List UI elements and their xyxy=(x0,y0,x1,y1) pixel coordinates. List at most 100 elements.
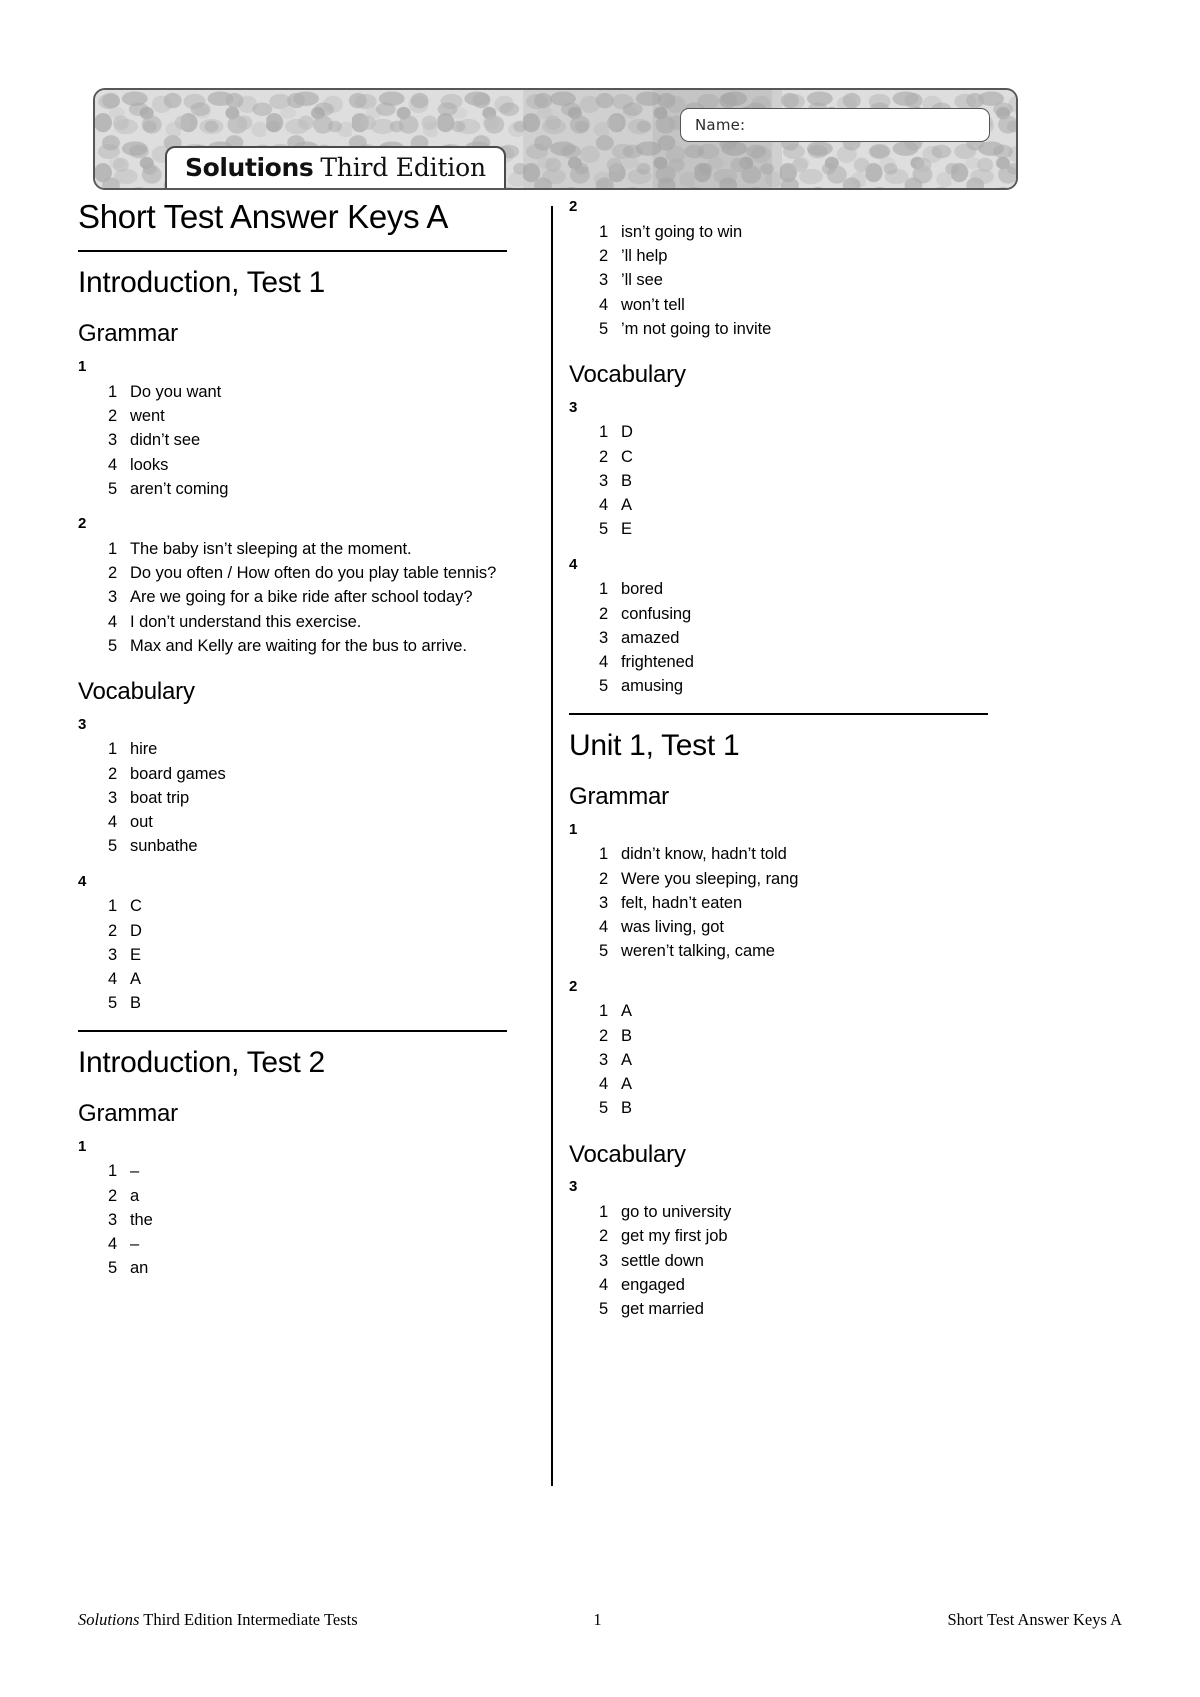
exercise-number: 3 xyxy=(569,398,578,416)
exercise-block: 2 1 isn’t going to win 2 ’ll help 3 ’ll see… xyxy=(569,198,988,341)
subheading-vocabulary: Vocabulary xyxy=(78,678,195,706)
item-text: The baby isn’t sleeping at the moment. xyxy=(130,539,412,558)
item-text: frightened xyxy=(621,653,694,672)
item-index: 3 xyxy=(599,628,609,647)
item-text: B xyxy=(621,1099,632,1118)
item-index: 5 xyxy=(599,1099,609,1118)
list-item: 4 looks xyxy=(108,453,507,477)
subheading-grammar: Grammar xyxy=(569,783,669,811)
item-index: 4 xyxy=(599,653,609,672)
list-item: 2 board games xyxy=(108,762,507,786)
exercise-block: 3 1 hire 2 board games 3 boat trip 4 out 5 su… xyxy=(78,716,507,859)
list-item: 1 bored xyxy=(599,577,988,601)
item-index: 1 xyxy=(108,740,118,759)
answer-list: 1 The baby isn’t sleeping at the moment. … xyxy=(78,537,507,658)
exercise-number: 3 xyxy=(569,1178,578,1196)
list-item: 2 went xyxy=(108,404,507,428)
item-text: – xyxy=(130,1235,140,1254)
item-text: Do you want xyxy=(130,382,222,401)
item-index: 3 xyxy=(108,431,118,450)
answer-list: 1A 2B 3A 4A 5B xyxy=(569,999,988,1120)
item-index: 5 xyxy=(108,994,118,1013)
name-field[interactable]: Name: xyxy=(680,108,990,142)
item-index: 3 xyxy=(108,945,118,964)
answer-list: 1 go to university 2 get my first job 3 set… xyxy=(569,1200,988,1321)
solutions-logo: Solutions Third Edition xyxy=(165,146,506,188)
title-divider xyxy=(78,249,507,252)
exercise-block: 1 1– 2a 3 the 4– 5 an xyxy=(78,1138,507,1281)
list-item: 2 ’ll help xyxy=(599,244,988,268)
item-index: 5 xyxy=(599,942,609,961)
item-text: felt, hadn’t eaten xyxy=(621,893,743,912)
item-index: 1 xyxy=(599,1002,609,1021)
item-index: 1 xyxy=(599,1203,609,1222)
list-item: 5B xyxy=(108,991,507,1015)
logo-brand-text: Solutions xyxy=(185,152,314,182)
answer-list: 1 didn’t know, hadn’t told 2 Were you slee… xyxy=(569,842,988,963)
item-text: A xyxy=(621,1050,632,1069)
item-text: looks xyxy=(130,455,169,474)
item-index: 4 xyxy=(599,496,609,515)
item-text: B xyxy=(621,471,632,490)
item-text: out xyxy=(130,813,153,832)
list-item: 2 Do you often / How often do you play ta… xyxy=(108,561,507,585)
answer-list: 1– 2a 3 the 4– 5 an xyxy=(78,1159,507,1280)
item-index: 5 xyxy=(108,479,118,498)
list-item: 5 get married xyxy=(599,1297,988,1321)
item-text: amazed xyxy=(621,628,680,647)
column-divider xyxy=(551,206,553,1486)
list-item: 1 isn’t going to win xyxy=(599,220,988,244)
footer-source: Solutions Third Edition Intermediate Tes… xyxy=(78,1610,358,1630)
list-item: 3A xyxy=(599,1048,988,1072)
item-index: 1 xyxy=(108,897,118,916)
item-index: 2 xyxy=(599,1026,609,1045)
list-item: 4 was living, got xyxy=(599,915,988,939)
right-column: 2 1 isn’t going to win 2 ’ll help 3 ’ll see… xyxy=(533,198,988,1335)
section-divider xyxy=(78,1029,507,1032)
item-text: amusing xyxy=(621,677,684,696)
item-text: isn’t going to win xyxy=(621,222,743,241)
answer-list: 1C 2D 3E 4A 5B xyxy=(78,894,507,1015)
item-text: Do you often / How often do you play tab… xyxy=(130,564,497,583)
answer-list: 1D 2C 3B 4A 5E xyxy=(569,420,988,541)
item-text: hire xyxy=(130,740,158,759)
item-text: E xyxy=(130,945,141,964)
item-text: B xyxy=(130,994,141,1013)
item-text: ’m not going to invite xyxy=(621,319,772,338)
list-item: 4A xyxy=(108,967,507,991)
item-text: Max and Kelly are waiting for the bus to… xyxy=(130,636,467,655)
item-index: 3 xyxy=(599,471,609,490)
item-index: 2 xyxy=(108,1186,118,1205)
item-text: the xyxy=(130,1210,153,1229)
item-text: A xyxy=(621,496,632,515)
item-text: D xyxy=(621,423,633,442)
page-content: Short Test Answer Keys A Introduction, T… xyxy=(0,198,1200,1486)
exercise-number: 1 xyxy=(78,358,87,376)
item-index: 5 xyxy=(108,1259,118,1278)
item-text: settle down xyxy=(621,1251,704,1270)
item-index: 4 xyxy=(599,295,609,314)
list-item: 5 sunbathe xyxy=(108,834,507,858)
name-label: Name: xyxy=(695,116,746,134)
list-item: 4 frightened xyxy=(599,650,988,674)
list-item: 1 go to university xyxy=(599,1200,988,1224)
item-text: an xyxy=(130,1259,149,1278)
item-index: 3 xyxy=(108,588,118,607)
section-title-intro-test-1: Introduction, Test 1 xyxy=(78,265,325,299)
item-text: board games xyxy=(130,764,226,783)
list-item: 4 won’t tell xyxy=(599,293,988,317)
item-index: 1 xyxy=(599,423,609,442)
exercise-number: 2 xyxy=(569,198,578,215)
two-column-layout: Short Test Answer Keys A Introduction, T… xyxy=(78,198,1122,1486)
item-text: didn’t see xyxy=(130,431,201,450)
item-index: 1 xyxy=(599,845,609,864)
item-index: 5 xyxy=(108,636,118,655)
item-index: 5 xyxy=(599,520,609,539)
item-index: 3 xyxy=(599,893,609,912)
list-item: 3B xyxy=(599,469,988,493)
page-footer: Solutions Third Edition Intermediate Tes… xyxy=(78,1610,1122,1630)
item-index: 4 xyxy=(108,455,118,474)
item-index: 3 xyxy=(108,1210,118,1229)
list-item: 1 Do you want xyxy=(108,380,507,404)
footer-source-rest: Third Edition Intermediate Tests xyxy=(139,1610,358,1629)
